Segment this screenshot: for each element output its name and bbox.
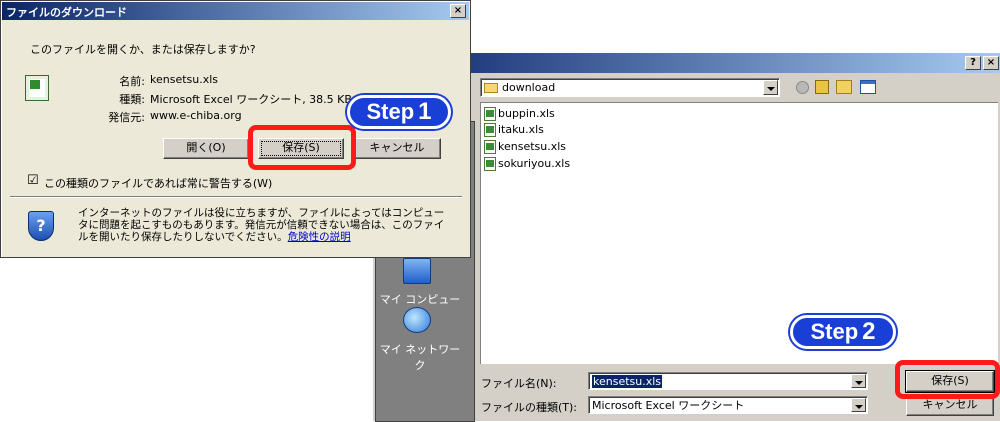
filetype-value: Microsoft Excel ワークシート <box>592 399 745 412</box>
file-item[interactable]: sokuriyou.xls <box>484 157 570 171</box>
download-title: ファイルのダウンロード <box>6 6 127 19</box>
excel-icon <box>25 75 49 101</box>
type-value: Microsoft Excel ワークシート, 38.5 KB <box>150 93 352 106</box>
location-value: download <box>502 81 556 94</box>
warning-text: インターネットのファイルは役に立ちますが、ファイルによってはコンピュータに問題を… <box>78 207 445 243</box>
name-label: 名前: <box>119 75 145 88</box>
download-cancel-button[interactable]: キャンセル <box>353 138 441 159</box>
filetype-dropdown-arrow[interactable] <box>851 398 866 412</box>
download-close-button[interactable]: × <box>450 4 466 18</box>
filename-input[interactable]: kensetsu.xls <box>588 372 868 390</box>
always-warn-label[interactable]: この種類のファイルであれば常に警告する(W) <box>44 175 272 191</box>
folder-icon <box>484 83 498 93</box>
filename-label: ファイル名(N): <box>481 377 557 390</box>
file-item[interactable]: buppin.xls <box>484 107 555 121</box>
risk-explanation-link[interactable]: 危険性の説明 <box>288 231 351 243</box>
name-value: kensetsu.xls <box>150 73 219 86</box>
open-button[interactable]: 開く(O) <box>163 138 249 159</box>
step1-highlight <box>248 125 356 170</box>
up-folder-icon[interactable] <box>815 80 829 94</box>
place-my-network[interactable]: マイ ネットワーク <box>376 341 464 373</box>
excel-file-icon <box>484 107 496 121</box>
filetype-label: ファイルの種類(T): <box>481 401 578 414</box>
excel-file-icon <box>484 157 496 171</box>
location-dropdown-arrow[interactable] <box>763 80 778 95</box>
filename-dropdown-arrow[interactable] <box>851 374 866 388</box>
download-question: このファイルを開くか、または保存しますか? <box>30 43 256 56</box>
save-as-close-button[interactable]: × <box>983 56 999 70</box>
step2-highlight <box>895 360 1000 399</box>
filetype-select[interactable]: Microsoft Excel ワークシート <box>588 396 868 414</box>
file-item[interactable]: kensetsu.xls <box>484 140 566 154</box>
always-warn-checkbox[interactable]: ☑ <box>27 173 39 188</box>
separator <box>10 196 462 198</box>
step1-badge: Step 1 <box>347 95 451 129</box>
filename-value: kensetsu.xls <box>592 375 663 388</box>
location-combo[interactable]: download <box>480 78 780 97</box>
new-folder-icon[interactable] <box>836 80 852 94</box>
from-value: www.e-chiba.org <box>150 109 242 122</box>
excel-file-icon <box>484 123 496 137</box>
excel-file-icon <box>484 140 496 154</box>
step2-badge: Step 2 <box>790 315 896 349</box>
my-network-icon[interactable] <box>403 307 431 333</box>
file-item[interactable]: itaku.xls <box>484 123 544 137</box>
help-button[interactable]: ? <box>965 56 981 70</box>
shield-icon: ? <box>28 211 54 241</box>
my-computer-icon[interactable] <box>403 258 431 284</box>
type-label: 種類: <box>119 93 145 106</box>
back-icon[interactable] <box>796 81 809 94</box>
view-menu-icon[interactable] <box>860 80 876 94</box>
from-label: 発信元: <box>108 111 145 124</box>
